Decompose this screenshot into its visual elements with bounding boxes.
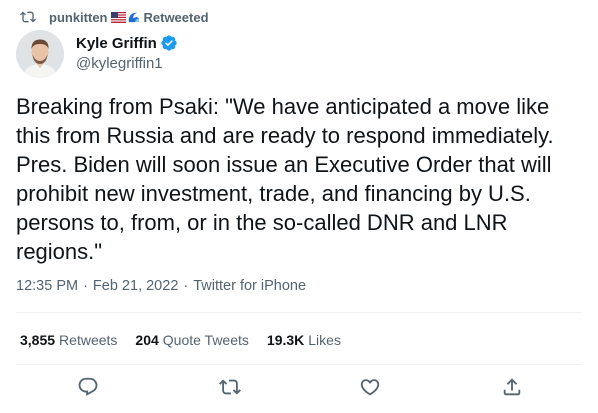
us-flag-icon xyxy=(110,11,126,23)
author-name[interactable]: Kyle Griffin xyxy=(76,35,157,52)
quote-tweets-count: 204 xyxy=(135,332,159,348)
like-button[interactable] xyxy=(358,375,382,399)
tweet-meta: 12:35 PM · Feb 21, 2022 · Twitter for iP… xyxy=(16,278,306,294)
tweet-date[interactable]: Feb 21, 2022 xyxy=(93,278,178,294)
likes-label: Likes xyxy=(308,332,341,348)
heart-icon xyxy=(360,379,380,396)
avatar[interactable] xyxy=(16,30,64,78)
retweets-label: Retweets xyxy=(59,332,118,348)
retweet-button[interactable] xyxy=(218,375,242,399)
wave-icon xyxy=(128,12,139,22)
tweet-time[interactable]: 12:35 PM xyxy=(16,278,78,294)
tweet-stats: 3,855 Retweets 204 Quote Tweets 19.3K Likes xyxy=(20,332,359,348)
tweet-actions xyxy=(0,375,598,405)
meta-separator: · xyxy=(183,278,189,294)
share-button[interactable] xyxy=(500,375,524,399)
retweeter-name[interactable]: punkitten xyxy=(49,10,108,25)
retweet-icon xyxy=(20,11,36,23)
meta-separator: · xyxy=(83,278,88,294)
likes-stat[interactable]: 19.3K Likes xyxy=(267,332,341,348)
reply-button[interactable] xyxy=(76,375,100,399)
retweeter-emojis xyxy=(110,11,140,24)
retweeted-label: Retweeted xyxy=(143,9,209,25)
retweets-count: 3,855 xyxy=(20,332,56,348)
tweet-body: Breaking from Psaki: "We have anticipate… xyxy=(16,94,554,264)
divider xyxy=(16,364,582,365)
quote-tweets-stat[interactable]: 204 Quote Tweets xyxy=(135,332,249,348)
reply-icon xyxy=(78,377,98,396)
quote-tweets-label: Quote Tweets xyxy=(162,332,249,348)
retweet-context: punkitten Retweeted xyxy=(20,8,209,26)
tweet-source[interactable]: Twitter for iPhone xyxy=(193,278,306,294)
likes-count: 19.3K xyxy=(266,332,305,348)
verified-badge-icon xyxy=(161,35,177,51)
divider xyxy=(16,312,582,313)
share-icon xyxy=(503,378,521,396)
retweet-icon xyxy=(219,379,241,395)
retweets-stat[interactable]: 3,855 Retweets xyxy=(20,332,117,348)
tweet-author: Kyle Griffin @kylegriffin1 xyxy=(16,30,178,78)
author-handle[interactable]: @kylegriffin1 xyxy=(76,55,178,72)
